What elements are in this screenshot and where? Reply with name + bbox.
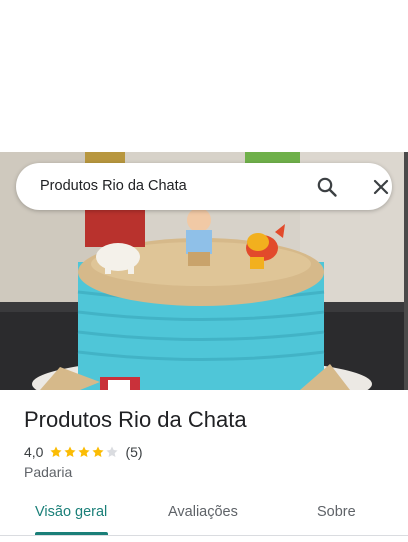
tab-bar: Visão geral Avaliações Sobre (0, 492, 408, 536)
tabs-divider (0, 535, 408, 536)
star-filled-icon (50, 446, 63, 457)
search-query[interactable]: Produtos Rio da Chata (40, 178, 187, 194)
tab-reviews[interactable]: Avaliações (168, 504, 238, 520)
tab-overview[interactable]: Visão geral (35, 504, 107, 520)
search-button[interactable] (315, 175, 339, 199)
place-category[interactable]: Padaria (24, 464, 72, 480)
rating-stars (49, 445, 119, 459)
review-count[interactable]: (5) (125, 444, 142, 460)
star-filled-icon (92, 446, 105, 457)
star-filled-icon (64, 446, 77, 457)
close-icon (373, 179, 389, 195)
search-bar[interactable]: Produtos Rio da Chata (16, 163, 392, 210)
place-title: Produtos Rio da Chata (24, 407, 247, 432)
star-empty-icon (106, 446, 119, 457)
rating-value: 4,0 (24, 444, 44, 460)
scrollbar[interactable] (404, 152, 408, 390)
rating-row[interactable]: 4,0 (5) (24, 443, 143, 461)
tab-about[interactable]: Sobre (317, 504, 356, 520)
place-panel: Produtos Rio da Chata Produtos Rio da Ch… (0, 0, 408, 542)
close-button[interactable] (369, 175, 393, 199)
search-icon (317, 177, 337, 197)
star-filled-icon (78, 446, 91, 457)
